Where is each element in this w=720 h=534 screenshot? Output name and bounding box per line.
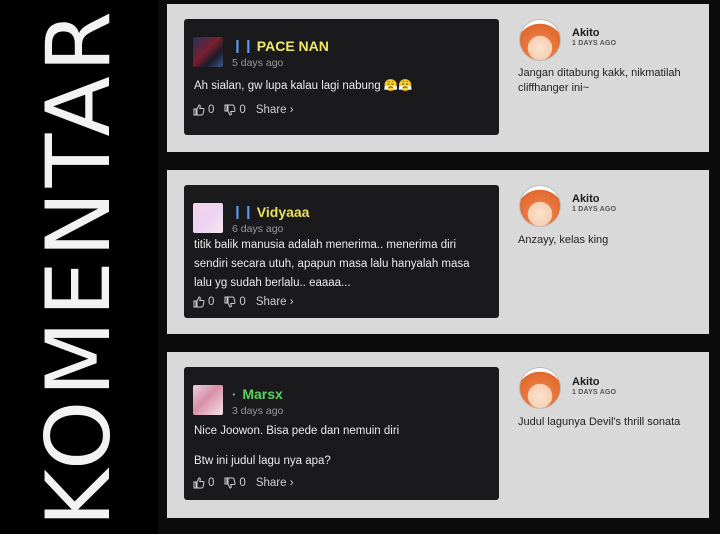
reply-username[interactable]: Akito xyxy=(572,193,600,205)
comment-text-line: Nice Joowon. Bisa pede dan nemuin diri xyxy=(194,425,400,437)
reply-avatar[interactable] xyxy=(519,367,561,409)
comment-card: ❙❙ PACE NAN 5 days ago Ah sialan, gw lup… xyxy=(184,19,499,135)
comment-actions: 0 0 Share › xyxy=(193,104,304,116)
reply-timestamp: 1 DAYS AGO xyxy=(572,40,617,47)
username[interactable]: ❙❙ Vidyaaa xyxy=(232,204,309,220)
comment-text: titik balik manusia adalah menerima.. me… xyxy=(194,239,470,289)
thumbs-up-icon xyxy=(193,296,205,308)
dislike-count: 0 xyxy=(239,104,246,116)
comment-actions: 0 0 Share › xyxy=(193,477,304,489)
dislike-count: 0 xyxy=(239,296,246,308)
badge-icon: · xyxy=(232,386,237,402)
reply-timestamp: 1 DAYS AGO xyxy=(572,206,617,213)
comment-panel: ❙❙ PACE NAN 5 days ago Ah sialan, gw lup… xyxy=(167,4,709,152)
username-text: Vidyaaa xyxy=(256,204,310,220)
avatar[interactable] xyxy=(193,385,223,415)
like-button[interactable]: 0 xyxy=(193,296,214,308)
reply-timestamp: 1 DAYS AGO xyxy=(572,389,617,396)
share-button[interactable]: Share › xyxy=(256,477,294,489)
side-title: KOMENTAR xyxy=(27,7,130,527)
avatar[interactable] xyxy=(193,37,223,67)
thumbs-up-icon xyxy=(193,477,205,489)
dislike-button[interactable]: 0 xyxy=(224,296,246,308)
comment-text: Ah sialan, gw lupa kalau lagi nabung 😤😤 xyxy=(194,80,413,92)
username-text: PACE NAN xyxy=(256,38,329,54)
dislike-button[interactable]: 0 xyxy=(224,477,246,489)
timestamp: 5 days ago xyxy=(232,57,284,69)
reply-username[interactable]: Akito xyxy=(572,27,600,39)
badge-icon: ❙❙ xyxy=(232,38,254,53)
comment-panel: · Marsx 3 days ago Nice Joowon. Bisa ped… xyxy=(167,352,709,518)
dislike-button[interactable]: 0 xyxy=(224,104,246,116)
reply-text: Jangan ditabung kakk, nikmatilah cliffha… xyxy=(518,67,681,94)
like-count: 0 xyxy=(208,477,215,489)
comment-card: · Marsx 3 days ago Nice Joowon. Bisa ped… xyxy=(184,367,499,500)
thumbs-down-icon xyxy=(224,477,236,489)
reply-username[interactable]: Akito xyxy=(572,376,600,388)
like-count: 0 xyxy=(208,296,215,308)
comment-text-line: Btw ini judul lagu nya apa? xyxy=(194,455,331,467)
badge-icon: ❙❙ xyxy=(232,204,254,219)
avatar[interactable] xyxy=(193,203,223,233)
comment-panel: ❙❙ Vidyaaa 6 days ago titik balik manusi… xyxy=(167,170,709,334)
thumbs-up-icon xyxy=(193,104,205,116)
reply-avatar[interactable] xyxy=(519,19,561,61)
like-count: 0 xyxy=(208,104,215,116)
username[interactable]: · Marsx xyxy=(232,386,283,402)
dislike-count: 0 xyxy=(239,477,246,489)
username[interactable]: ❙❙ PACE NAN xyxy=(232,38,329,54)
comment-text: Nice Joowon. Bisa pede dan nemuin diri B… xyxy=(194,422,490,471)
timestamp: 3 days ago xyxy=(232,405,284,417)
username-text: Marsx xyxy=(242,386,283,402)
comment-card: ❙❙ Vidyaaa 6 days ago titik balik manusi… xyxy=(184,185,499,318)
like-button[interactable]: 0 xyxy=(193,477,214,489)
share-button[interactable]: Share › xyxy=(256,296,294,308)
share-button[interactable]: Share › xyxy=(256,104,294,116)
comment-actions: 0 0 Share › xyxy=(193,296,304,308)
thumbs-down-icon xyxy=(224,296,236,308)
reply-avatar[interactable] xyxy=(519,185,561,227)
like-button[interactable]: 0 xyxy=(193,104,214,116)
side-banner: KOMENTAR xyxy=(0,0,158,534)
timestamp: 6 days ago xyxy=(232,223,284,235)
reply-text: Judul lagunya Devil's thrill sonata xyxy=(518,416,681,428)
reply-text: Anzayy, kelas king xyxy=(518,234,609,246)
thumbs-down-icon xyxy=(224,104,236,116)
